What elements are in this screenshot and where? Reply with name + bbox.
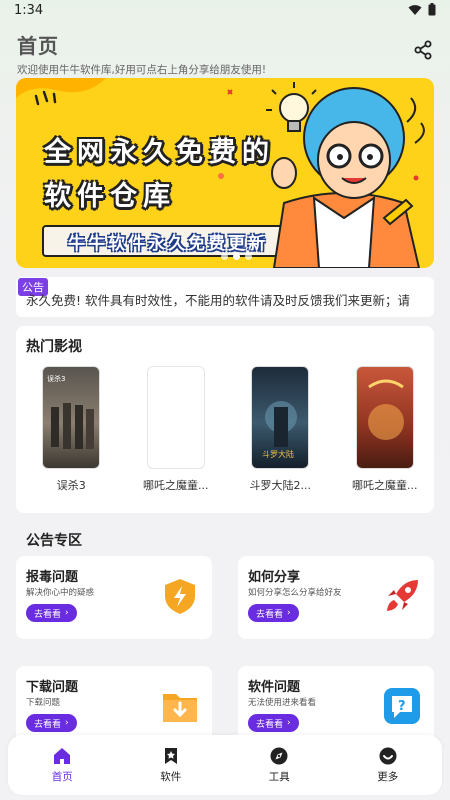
movie-name: 误杀3 <box>56 479 86 492</box>
status-time: 1:34 <box>14 3 44 18</box>
hot-movies-title: 热门影视 <box>26 339 82 355</box>
notice-text: 永久免费! 软件具有时效性，不能用的软件请及时反馈我们来更新；请 <box>26 293 410 308</box>
nav-item-home[interactable]: 首页 <box>22 747 102 784</box>
shield-bolt-icon <box>165 579 195 614</box>
chevron-right-icon: › <box>287 608 291 618</box>
movie-poster[interactable]: 斗罗大陆 <box>251 366 310 469</box>
feature-title: 报毒问题 <box>26 570 79 585</box>
go-see-label: 去看看 <box>34 609 62 620</box>
chevron-right-icon: › <box>287 718 291 728</box>
share-icon[interactable] <box>413 40 433 60</box>
banner-headline-2: 软件仓库 <box>44 181 176 212</box>
svg-text:?: ? <box>398 699 406 714</box>
movie-name: 斗罗大陆2... <box>249 479 312 492</box>
download-folder-icon <box>163 694 197 722</box>
movie-name: 哪吒之魔童... <box>143 479 209 492</box>
nav-label: 更多 <box>377 770 399 783</box>
wifi-icon <box>408 4 422 15</box>
help-chat-icon: ? <box>384 688 420 724</box>
feature-card-share[interactable]: 如何分享 如何分享怎么分享给好友 去看看 › <box>238 556 434 639</box>
feature-desc: 如何分享怎么分享给好友 <box>248 588 342 598</box>
go-see-label: 去看看 <box>34 719 62 730</box>
compass-icon <box>270 747 288 764</box>
notices-section-title: 公告专区 <box>26 533 82 549</box>
nav-item-software[interactable]: 软件 <box>131 747 211 784</box>
movie-name: 哪吒之魔童... <box>352 479 418 492</box>
movie-item[interactable]: 误杀3 误杀3 <box>22 366 121 493</box>
svg-text:斗罗大陆: 斗罗大陆 <box>262 449 294 459</box>
feature-desc: 解决你心中的疑惑 <box>26 588 95 598</box>
go-see-button[interactable]: 去看看 › <box>248 714 299 732</box>
banner-dot-active[interactable] <box>233 253 240 260</box>
home-icon <box>54 747 71 764</box>
banner-headline-1: 全网永久免费的 <box>44 137 275 168</box>
banner-ribbon-text: 牛牛软件永久免费更新 <box>68 233 268 254</box>
movie-poster[interactable] <box>146 366 205 469</box>
cartoon-character-illustration <box>266 82 421 268</box>
feature-title: 下载问题 <box>26 680 79 695</box>
movie-poster[interactable]: 误杀3 <box>42 366 101 469</box>
feature-desc: 无法使用进来看看 <box>248 698 317 708</box>
feature-title: 软件问题 <box>248 680 301 695</box>
hot-movies-card: 热门影视 误杀3 误杀3 哪吒之魔童... 斗罗大陆 斗罗大陆2... 哪吒之魔… <box>16 326 434 513</box>
page-subtitle: 欢迎使用牛牛软件库,好用可点右上角分享给朋友使用! <box>17 64 267 76</box>
chevron-right-icon: › <box>65 718 69 728</box>
movie-item[interactable]: 哪吒之魔童... <box>127 366 226 493</box>
chevron-right-icon: › <box>65 608 69 618</box>
bookmark-star-icon <box>164 747 177 764</box>
promo-banner[interactable]: 全网永久免费的 软件仓库 牛牛软件永久免费更新 <box>16 78 434 268</box>
go-see-button[interactable]: 去看看 › <box>26 604 77 622</box>
status-bar: 1:34 <box>0 0 450 22</box>
movie-poster[interactable] <box>355 366 414 469</box>
svg-text:误杀3: 误杀3 <box>47 374 65 383</box>
go-see-button[interactable]: 去看看 › <box>248 604 299 622</box>
feature-title: 如何分享 <box>248 570 301 585</box>
movie-list: 误杀3 误杀3 哪吒之魔童... 斗罗大陆 斗罗大陆2... 哪吒之魔童... <box>16 366 434 493</box>
nav-item-tools[interactable]: 工具 <box>239 747 319 784</box>
feature-desc: 下载问题 <box>26 698 61 708</box>
smile-icon <box>379 747 397 764</box>
nav-label: 软件 <box>160 770 182 783</box>
header: 首页 欢迎使用牛牛软件库,好用可点右上角分享给朋友使用! <box>17 30 433 76</box>
nav-label: 工具 <box>268 770 290 783</box>
battery-icon <box>428 3 436 16</box>
banner-dot[interactable] <box>221 253 228 260</box>
go-see-label: 去看看 <box>256 609 284 620</box>
nav-item-more[interactable]: 更多 <box>348 747 428 784</box>
nav-label: 首页 <box>51 770 73 783</box>
feature-card-download[interactable]: 下载问题 下载问题 去看看 › <box>16 666 212 746</box>
feature-card-software[interactable]: 软件问题 无法使用进来看看 去看看 › ? <box>238 666 434 746</box>
status-icons <box>408 3 436 16</box>
rocket-icon <box>387 580 418 611</box>
bottom-nav: 首页 软件 工具 更多 <box>8 735 442 795</box>
movie-item[interactable]: 哪吒之魔童... <box>336 366 435 493</box>
banner-dot[interactable] <box>245 253 252 260</box>
movie-item[interactable]: 斗罗大陆 斗罗大陆2... <box>231 366 330 493</box>
go-see-button[interactable]: 去看看 › <box>26 714 77 732</box>
page-title: 首页 <box>17 34 59 58</box>
feature-card-antivirus[interactable]: 报毒问题 解决你心中的疑惑 去看看 › <box>16 556 212 639</box>
go-see-label: 去看看 <box>256 719 284 730</box>
notice-marquee[interactable]: 公告 永久免费! 软件具有时效性，不能用的软件请及时反馈我们来更新；请 <box>16 277 434 317</box>
banner-pagination <box>221 253 252 260</box>
